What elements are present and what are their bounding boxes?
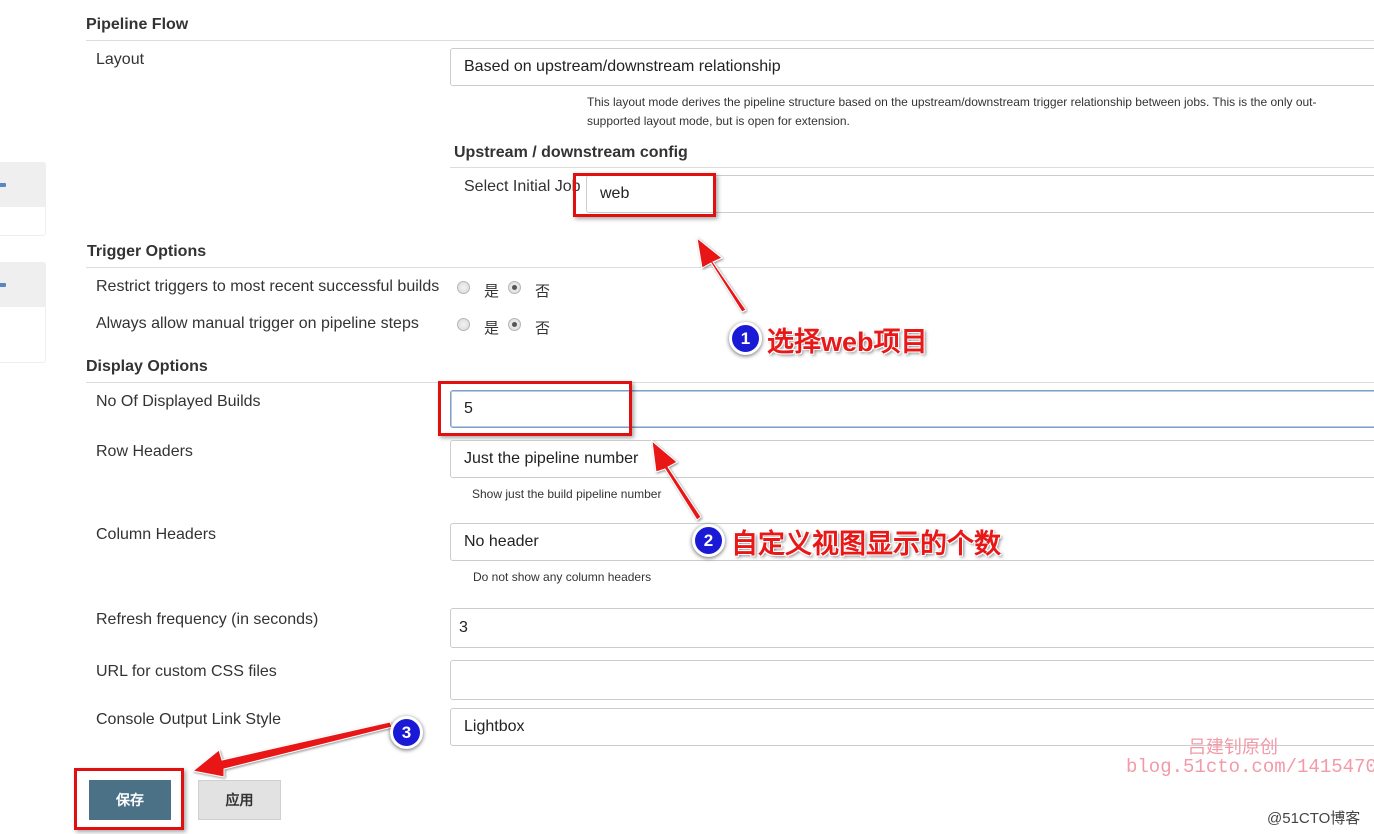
watermark-site: @51CTO博客 [1267, 810, 1361, 827]
arrow-1 [696, 236, 747, 313]
annotation-text-1: 选择web项目 [767, 327, 928, 357]
annotation-text-2: 自定义视图显示的个数 [731, 529, 1001, 559]
annotation-badge-1: 1 [729, 322, 762, 355]
arrow-3 [191, 721, 393, 778]
arrow-2 [651, 439, 702, 521]
watermark-url: blog.51cto.com/14154700 [1126, 756, 1374, 778]
annotation-badge-3: 3 [390, 716, 423, 749]
annotation-badge-2: 2 [692, 524, 725, 557]
annotation-arrows [191, 236, 747, 778]
